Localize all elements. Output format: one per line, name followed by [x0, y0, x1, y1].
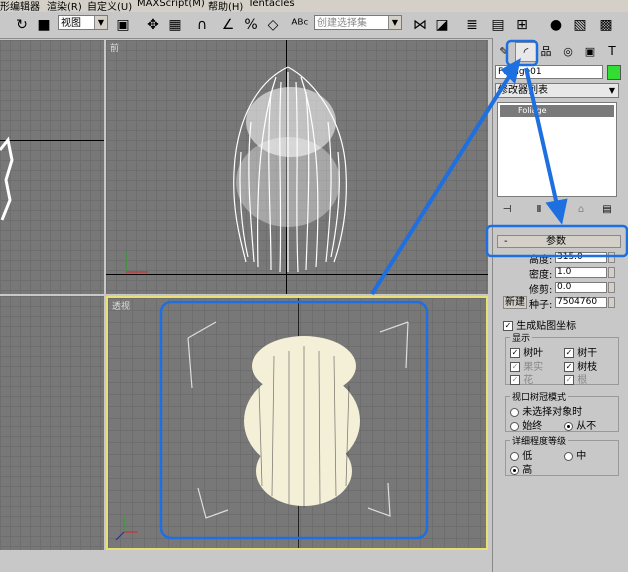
mirror-icon[interactable]: ⋈	[410, 15, 430, 35]
named-selection-set-input[interactable]: 创建选择集 ▼	[314, 15, 402, 30]
viewport-top-left[interactable]	[0, 40, 104, 294]
canopy-never-radio[interactable]: 从不	[564, 417, 596, 432]
display-group: 显示 ✓ 树叶 ✓ 树干 ✓ 果实 ✓ 树枝 ✓ 花 ✓ 根	[505, 331, 619, 386]
viewport-front[interactable]: 前	[106, 40, 488, 294]
new-seed-button[interactable]: 新建	[503, 296, 527, 309]
prune-label: 修剪:	[529, 285, 553, 296]
chevron-down-icon: ▼	[388, 16, 401, 29]
hierarchy-tab-icon[interactable]: 品	[537, 42, 555, 60]
detail-medium-radio[interactable]: 中	[564, 447, 586, 462]
pin-stack-icon[interactable]: ⊣	[499, 202, 515, 216]
parameters-rollout-header[interactable]: - 参数	[497, 235, 621, 248]
check-icon: ✓	[510, 375, 520, 385]
canopy-when-not-selected-radio[interactable]: 未选择对象时	[510, 403, 582, 418]
align-icon[interactable]: ◪	[432, 15, 452, 35]
check-icon: ✓	[510, 348, 520, 358]
radio-selected-icon	[564, 421, 573, 431]
gen-mapping-checkbox[interactable]: ✓ 生成贴图坐标	[503, 317, 576, 332]
check-icon: ✓	[503, 321, 513, 331]
viewport-bottom-left[interactable]	[0, 296, 104, 550]
trunk-checkbox[interactable]: ✓ 树干	[564, 344, 597, 359]
height-label: 高度:	[529, 255, 553, 266]
curve-editor-icon[interactable]: ▤	[488, 15, 508, 35]
willow-tree-wireframe	[233, 66, 347, 273]
canopy-always-radio[interactable]: 始终	[510, 417, 542, 432]
willow-tree-render	[244, 336, 360, 508]
check-icon: ✓	[564, 348, 574, 358]
modifier-stack: Foliage	[497, 102, 617, 197]
radio-selected-icon	[510, 465, 519, 475]
axis-tripod-icon	[115, 516, 138, 541]
axis-tripod-icon	[125, 252, 148, 273]
snap-toggle-icon[interactable]: ∩	[192, 15, 212, 35]
chevron-down-icon: ▼	[608, 86, 616, 95]
height-input[interactable]: 315.0	[555, 252, 607, 263]
create-tab-icon[interactable]: ✎	[495, 42, 513, 60]
command-panel-tabs: ✎ ◜ 品 ◎ ▣ T	[495, 42, 627, 62]
menu-item-tentacles[interactable]: Tentacles	[248, 0, 295, 9]
angle-snap-icon[interactable]: ∠	[218, 15, 238, 35]
viewport-label: 前	[110, 44, 120, 54]
object-color-swatch[interactable]	[607, 65, 621, 80]
make-unique-icon[interactable]: ∀	[551, 202, 567, 216]
viewport-perspective[interactable]: 透视	[106, 296, 488, 550]
utilities-tab-icon[interactable]: T	[603, 42, 621, 60]
stack-toolbar: ⊣ Ⅱ ∀ ⌂ ▤	[495, 202, 625, 218]
display-tab-icon[interactable]: ▣	[581, 42, 599, 60]
pivot-icon[interactable]: ▣	[113, 15, 133, 35]
keyboard-shortcut-icon[interactable]: ▦	[165, 15, 185, 35]
percent-snap-icon[interactable]: %	[241, 15, 261, 35]
motion-tab-icon[interactable]: ◎	[559, 42, 577, 60]
seed-spinner[interactable]	[608, 297, 615, 308]
density-input[interactable]: 1.0	[555, 267, 607, 278]
detail-high-radio[interactable]: 高	[510, 461, 532, 476]
select-region-icon[interactable]: ■	[34, 15, 54, 35]
command-panel: ✎ ◜ 品 ◎ ▣ T Foliage01 修改器列表 ▼ Foliage ⊣ …	[492, 38, 628, 572]
leaves-checkbox[interactable]: ✓ 树叶	[510, 344, 543, 359]
spinner-snap-icon[interactable]: ◇	[263, 15, 283, 35]
flowers-checkbox[interactable]: ✓ 花	[510, 371, 533, 386]
select-manipulate-icon[interactable]: ✥	[143, 15, 163, 35]
schematic-view-icon[interactable]: ⊞	[512, 15, 532, 35]
chevron-down-icon: ▼	[94, 16, 107, 29]
show-end-result-icon[interactable]: Ⅱ	[531, 202, 547, 216]
tree-partial-icon	[0, 136, 14, 221]
remove-modifier-icon[interactable]: ⌂	[573, 202, 589, 216]
detail-low-radio[interactable]: 低	[510, 447, 532, 462]
density-spinner[interactable]	[608, 267, 615, 278]
radio-icon	[510, 407, 519, 417]
prune-input[interactable]: 0.0	[555, 282, 607, 293]
seed-label: 种子:	[529, 300, 553, 311]
radio-icon	[564, 451, 573, 461]
layer-manager-icon[interactable]: ≣	[462, 15, 482, 35]
redo-icon[interactable]: ↻	[12, 15, 32, 35]
radio-icon	[510, 421, 519, 431]
stack-item-foliage[interactable]: Foliage	[500, 105, 614, 117]
object-name-field[interactable]: Foliage01	[495, 65, 603, 79]
menu-item-maxscript[interactable]: MAXScript(M)	[137, 0, 205, 9]
seed-input[interactable]: 7504760	[555, 297, 607, 308]
check-icon: ✓	[564, 375, 574, 385]
canopy-mode-group: 视口树冠模式 未选择对象时 始终 从不	[505, 390, 619, 432]
render-setup-icon[interactable]: ▧	[570, 15, 590, 35]
modify-tab-icon[interactable]: ◜	[515, 42, 537, 62]
density-label: 密度:	[529, 270, 553, 281]
detail-level-group: 详细程度等级 低 中 高	[505, 434, 619, 476]
modifier-list-dropdown[interactable]: 修改器列表 ▼	[495, 83, 619, 98]
roots-checkbox[interactable]: ✓ 根	[564, 371, 587, 386]
material-editor-icon[interactable]: ●	[546, 15, 566, 35]
edit-named-selection-icon[interactable]: ᴬᴮᶜ	[290, 15, 310, 35]
prune-spinner[interactable]	[608, 282, 615, 293]
reference-coord-dropdown[interactable]: 视图 ▼	[58, 15, 108, 30]
main-toolbar: ↻ ■ 视图 ▼ ▣ ✥ ▦ ∩ ∠ % ◇ ᴬᴮᶜ 创建选择集 ▼ ⋈ ◪ ≣ ▤…	[0, 12, 628, 39]
render-icon[interactable]: ▩	[596, 15, 616, 35]
radio-icon	[510, 451, 519, 461]
configure-sets-icon[interactable]: ▤	[599, 202, 615, 216]
height-spinner[interactable]	[608, 252, 615, 263]
